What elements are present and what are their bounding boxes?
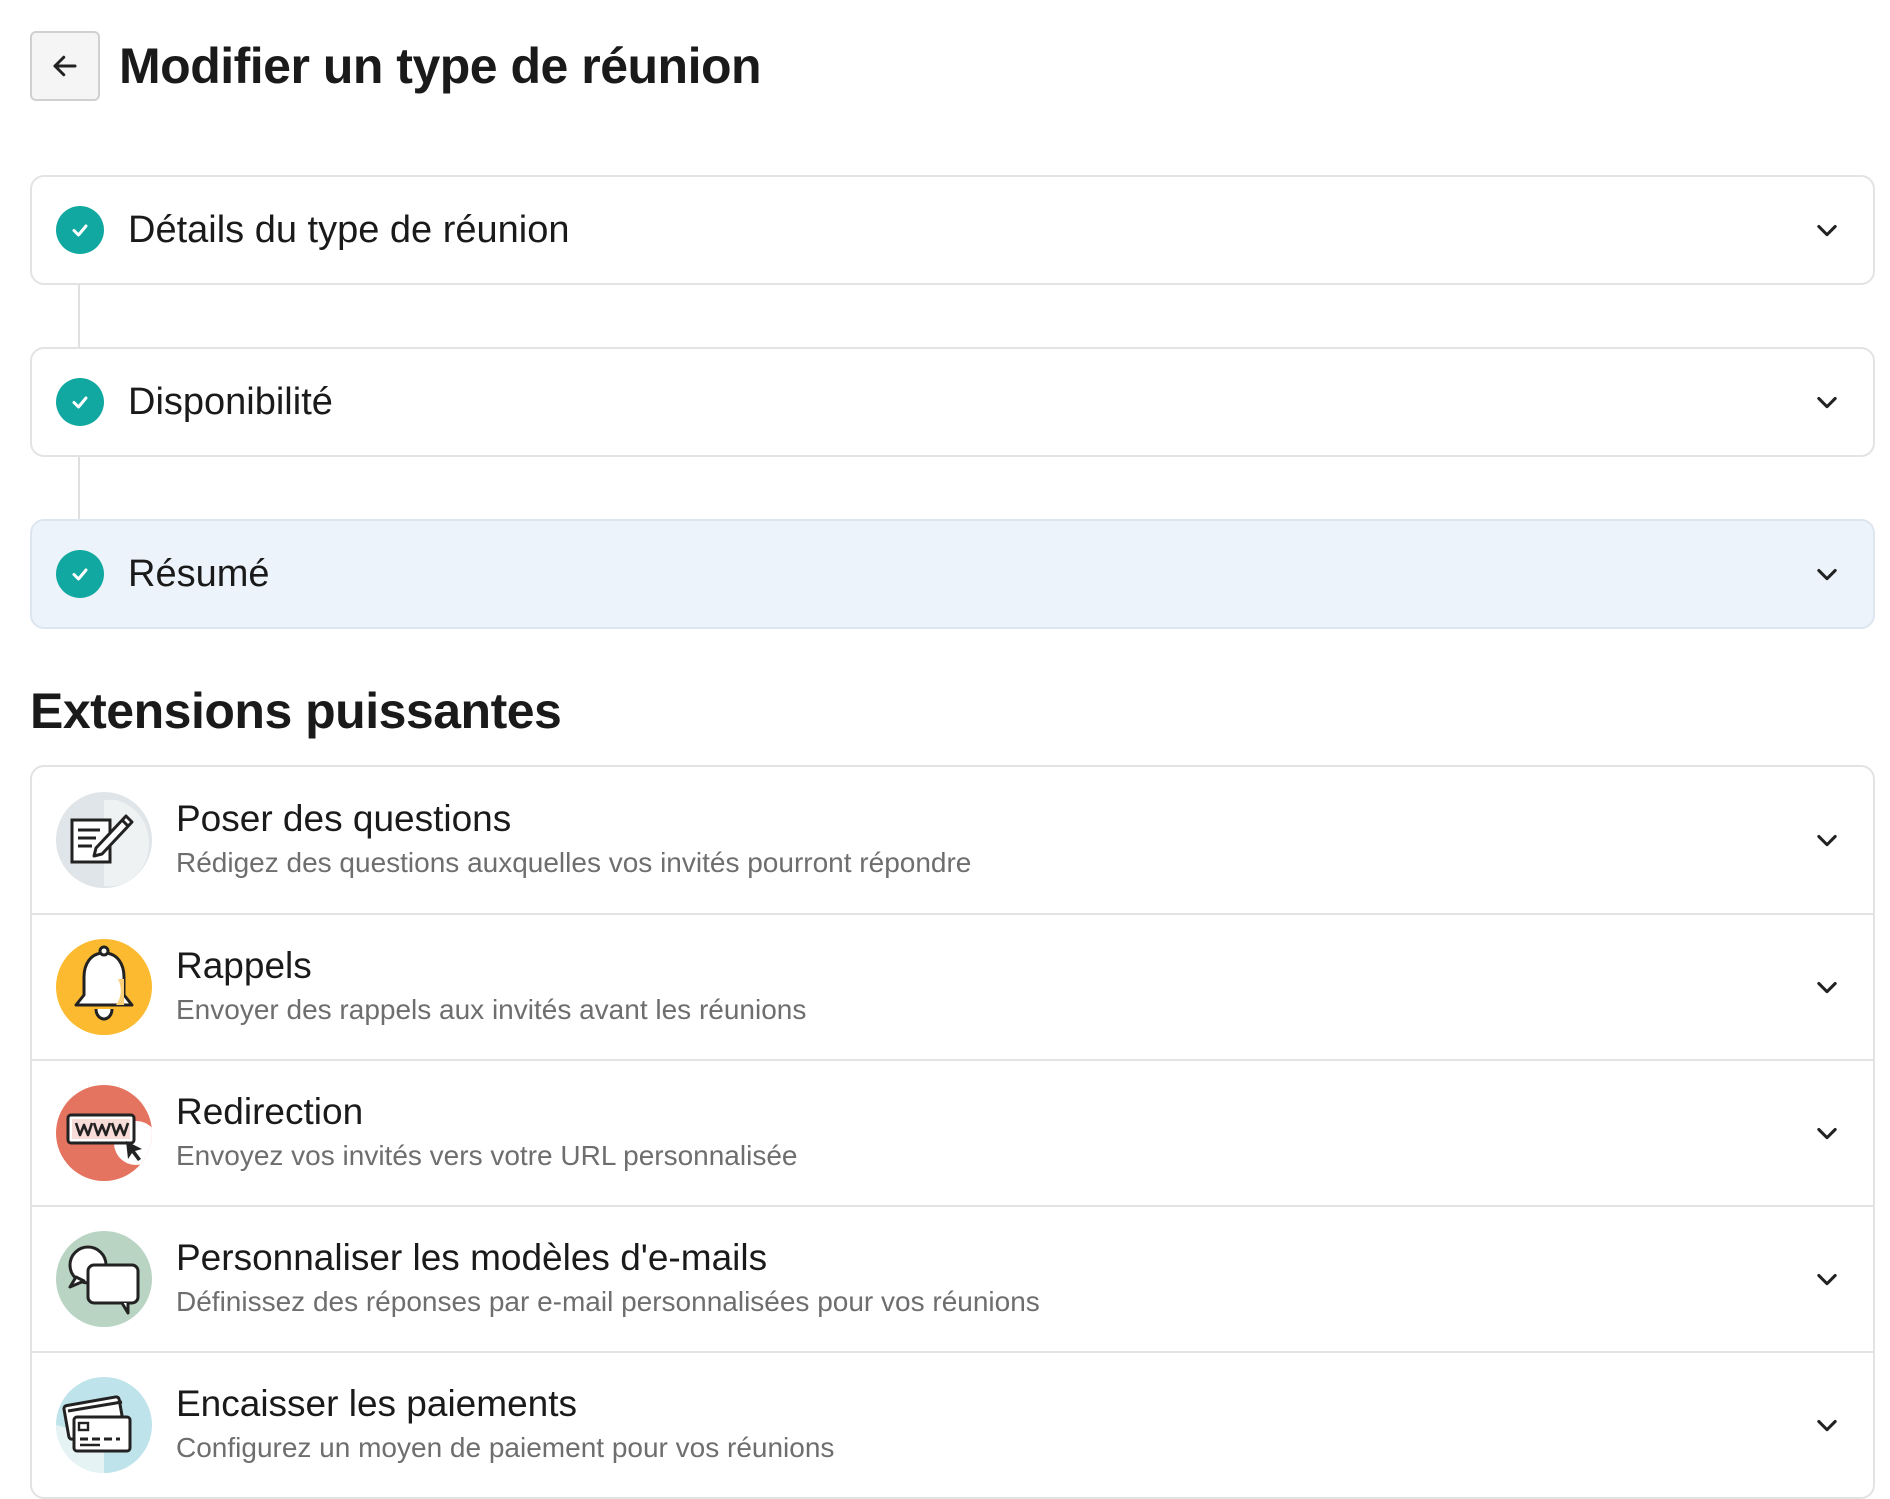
steps-list: Détails du type de réunion Disponibilité… [30,175,1875,629]
extensions-list: Poser des questions Rédigez des question… [30,765,1875,1499]
extension-title: Encaisser les paiements [176,1383,578,1424]
extension-description: Rédigez des questions auxquelles vos inv… [176,847,972,878]
extension-title: Poser des questions [176,798,512,839]
step-label: Résumé [128,552,270,595]
extension-reminders[interactable]: Rappels Envoyer des rappels aux invités … [32,913,1873,1059]
extension-redirection[interactable]: Redirection Envoyez vos invités vers vot… [32,1059,1873,1205]
extension-description: Configurez un moyen de paiement pour vos… [176,1432,835,1463]
chevron-down-icon[interactable] [1811,386,1843,418]
chevron-down-icon[interactable] [1811,558,1843,590]
questions-form-icon [56,792,152,888]
step-availability[interactable]: Disponibilité [30,347,1875,457]
chevron-down-icon[interactable] [1811,1263,1843,1295]
extension-description: Envoyer des rappels aux invités avant le… [176,994,807,1025]
step-summary[interactable]: Résumé [30,519,1875,629]
step-label: Détails du type de réunion [128,208,570,251]
check-circle-icon [56,206,104,254]
extension-description: Définissez des réponses par e-mail perso… [176,1286,1040,1317]
extension-email-templates[interactable]: Personnaliser les modèles d'e-mails Défi… [32,1205,1873,1351]
step-details[interactable]: Détails du type de réunion [30,175,1875,285]
step-connector [78,285,80,347]
chat-bubbles-icon [56,1231,152,1327]
extension-payments[interactable]: Encaisser les paiements Configurez un mo… [32,1351,1873,1497]
chevron-down-icon[interactable] [1811,971,1843,1003]
back-button[interactable] [30,31,100,101]
chevron-down-icon[interactable] [1811,824,1843,856]
check-circle-icon [56,378,104,426]
extension-title: Redirection [176,1091,364,1132]
extension-title: Personnaliser les modèles d'e-mails [176,1237,768,1278]
extensions-title: Extensions puissantes [30,683,562,739]
page-title: Modifier un type de réunion [119,38,762,94]
step-connector [78,457,80,519]
bell-icon [56,939,152,1035]
check-circle-icon [56,550,104,598]
chevron-down-icon[interactable] [1811,1409,1843,1441]
chevron-down-icon[interactable] [1811,1117,1843,1149]
edit-meeting-type-page: Modifier un type de réunion Détails du t… [30,30,1875,1499]
step-label: Disponibilité [128,380,333,423]
extension-description: Envoyez vos invités vers votre URL perso… [176,1140,798,1171]
credit-cards-icon [56,1377,152,1473]
www-redirect-icon [56,1085,152,1181]
arrow-left-icon [53,55,77,77]
page-header: Modifier un type de réunion [30,30,1875,102]
extension-title: Rappels [176,945,312,986]
extension-questions[interactable]: Poser des questions Rédigez des question… [32,767,1873,913]
chevron-down-icon[interactable] [1811,214,1843,246]
